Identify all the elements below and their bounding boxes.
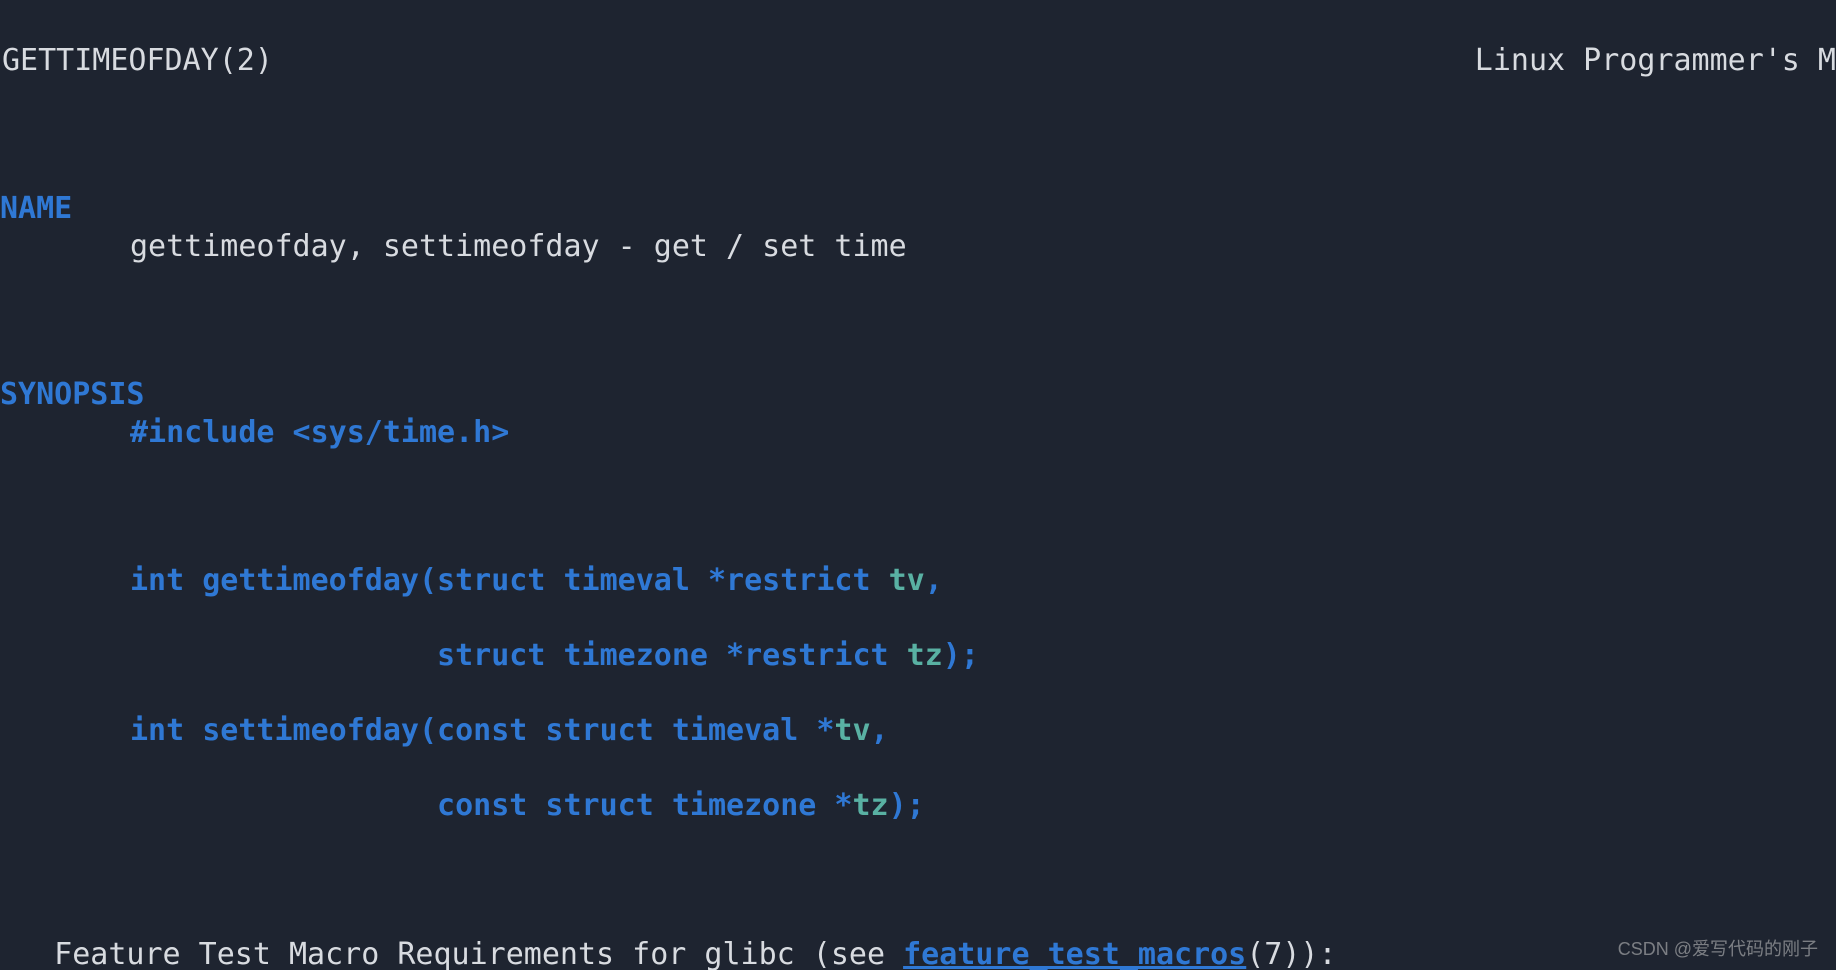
- synopsis-gettimeofday-line2: struct timezone *restrict tz);: [0, 637, 1836, 675]
- header-left: GETTIMEOFDAY(2): [0, 42, 273, 80]
- manpage-header: GETTIMEOFDAY(2) Linux Programmer's M: [0, 38, 1836, 80]
- header-right: Linux Programmer's M: [1475, 42, 1836, 80]
- synopsis-settimeofday-line2: const struct timezone *tz);: [0, 787, 1836, 825]
- manpage-body: GETTIMEOFDAY(2) Linux Programmer's M NAM…: [0, 0, 1836, 970]
- ftm-intro: Feature Test Macro Requirements for glib…: [0, 937, 1337, 970]
- feature-test-macros-link[interactable]: feature_test_macros: [903, 937, 1246, 970]
- synopsis-include: #include <sys/time.h>: [130, 415, 509, 450]
- watermark: CSDN @爱写代码的刚子: [1618, 938, 1818, 961]
- name-text: gettimeofday, settimeofday - get / set t…: [0, 228, 1836, 266]
- section-synopsis-heading: SYNOPSIS: [0, 377, 145, 412]
- section-name-heading: NAME: [0, 191, 72, 226]
- synopsis-gettimeofday-line1: int gettimeofday(struct timeval *restric…: [0, 562, 1836, 600]
- synopsis-settimeofday-line1: int settimeofday(const struct timeval *t…: [0, 712, 1836, 750]
